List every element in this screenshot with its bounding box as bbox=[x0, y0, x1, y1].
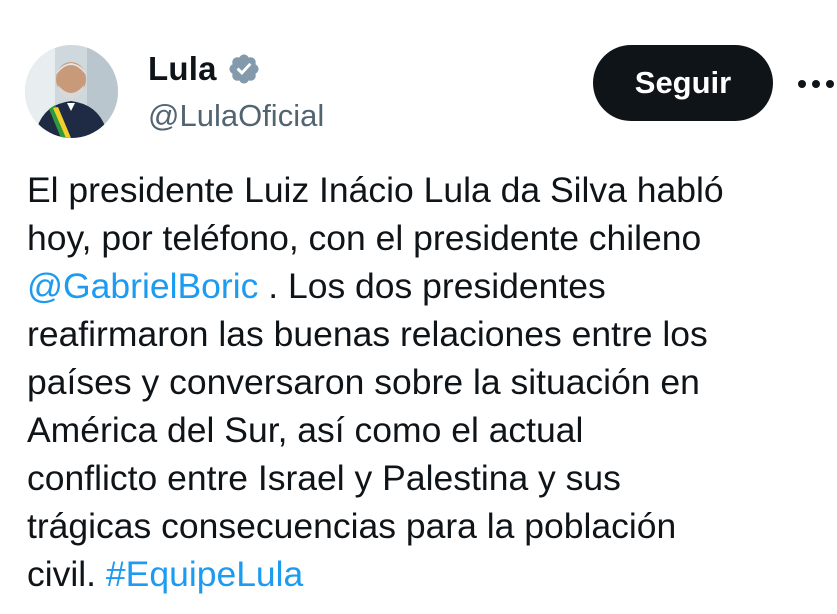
tweet-line: trágicas consecuencias para la población bbox=[27, 506, 677, 546]
author-handle[interactable]: @LulaOficial bbox=[148, 98, 324, 134]
tweet-text: El presidente Luiz Inácio Lula da Silva … bbox=[27, 166, 837, 598]
tweet-line: países y conversaron sobre la situación … bbox=[27, 362, 700, 402]
more-options-icon[interactable] bbox=[795, 64, 837, 104]
tweet-line-text: . Los dos presidentes bbox=[268, 266, 606, 306]
tweet-line: El presidente Luiz Inácio Lula da Silva … bbox=[27, 170, 724, 210]
tweet-line: reafirmaron las buenas relaciones entre … bbox=[27, 314, 708, 354]
profile-photo bbox=[25, 45, 118, 138]
mention-link[interactable]: @GabrielBoric bbox=[27, 266, 258, 306]
tweet-line: hoy, por teléfono, con el presidente chi… bbox=[27, 218, 702, 258]
tweet-line: América del Sur, así como el actual bbox=[27, 410, 584, 450]
avatar[interactable] bbox=[25, 45, 118, 138]
hashtag-link[interactable]: #EquipeLula bbox=[106, 554, 303, 594]
verified-badge-icon bbox=[229, 54, 259, 84]
tweet-line: @GabrielBoric . Los dos presidentes bbox=[27, 262, 837, 310]
tweet-line: conflicto entre Israel y Palestina y sus bbox=[27, 458, 621, 498]
display-name[interactable]: Lula bbox=[148, 50, 217, 88]
tweet-line: civil. #EquipeLula bbox=[27, 550, 837, 598]
author-name-row: Lula bbox=[148, 50, 261, 88]
follow-button[interactable]: Seguir bbox=[593, 45, 773, 121]
tweet-line-text: civil. bbox=[27, 554, 97, 594]
